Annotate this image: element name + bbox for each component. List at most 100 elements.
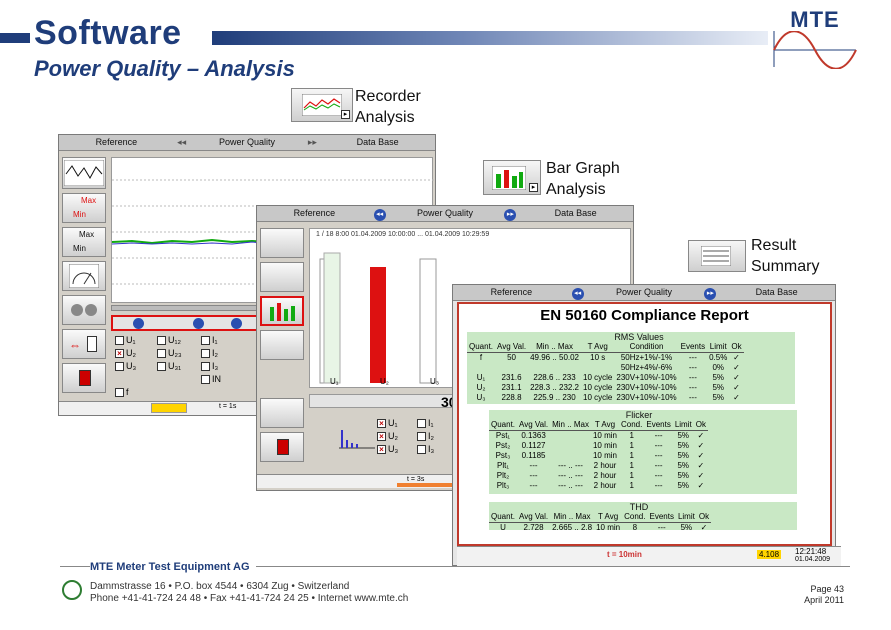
table-row: Pst₂ 0.1127 10 min 1 --- 5% ✓: [489, 441, 708, 451]
signal-u31[interactable]: U₃₁: [157, 361, 181, 372]
signal-i1[interactable]: I₁: [201, 335, 218, 346]
waveform-view-button[interactable]: [62, 157, 106, 189]
bar-graph-analysis-button[interactable]: ▸: [483, 160, 541, 195]
cell: ---: [654, 461, 663, 470]
phasor-view-button[interactable]: [62, 295, 106, 325]
bar-graph-icon: [270, 303, 295, 321]
col-quant: Quant.: [467, 342, 496, 353]
checkbox-icon: [157, 362, 166, 372]
col-quant: Quant.: [489, 512, 518, 523]
nav-zoom-icon[interactable]: [231, 318, 242, 329]
tab-data-base[interactable]: Data Base: [518, 206, 633, 221]
col-limit: Limit: [675, 512, 697, 523]
gauge-icon: [69, 264, 99, 288]
cell: 50Hz+1%/-1%: [620, 353, 673, 362]
signal-u2[interactable]: × U₂: [377, 431, 398, 442]
waveform-icon: [64, 160, 104, 186]
harmonics-button[interactable]: [260, 228, 304, 258]
signal-label: I₂: [428, 431, 434, 441]
signal-u2[interactable]: × U₂: [115, 348, 136, 359]
tab-prev-icon[interactable]: ◂◂: [372, 206, 388, 221]
signal-f[interactable]: f: [115, 387, 129, 398]
signal-i1[interactable]: I₁: [417, 418, 434, 429]
max-min-button[interactable]: Max Min: [62, 193, 106, 223]
summary-table-icon: [701, 246, 731, 266]
cell: 10 min: [592, 431, 617, 440]
signal-u1[interactable]: × U₁: [377, 418, 398, 429]
bar-graph-button[interactable]: [260, 296, 304, 326]
cell: ---: [529, 461, 538, 470]
nav-back-icon[interactable]: [193, 318, 204, 329]
company-seal-icon: [62, 580, 82, 600]
cell: ---: [654, 481, 663, 490]
result-summary-label-line: Result Summary: [751, 237, 820, 275]
exit-button[interactable]: [260, 432, 304, 462]
result-summary-button[interactable]: [688, 240, 746, 272]
cell: 2 hour: [593, 461, 617, 470]
thd-section-title: THD: [629, 502, 649, 512]
recorder-analysis-button[interactable]: ▸: [291, 88, 353, 122]
cell: U: [500, 523, 506, 532]
signal-label: IN: [212, 374, 221, 384]
result-summary-label: Result Summary: [751, 235, 819, 277]
max-label: Max: [81, 196, 97, 205]
tab-next-icon[interactable]: ▸▸: [702, 285, 718, 300]
tab-reference[interactable]: Reference: [257, 206, 372, 221]
cell: 230V+10%/-10%: [616, 393, 677, 402]
tab-power-quality[interactable]: Power Quality: [388, 206, 503, 221]
tab-power-quality[interactable]: Power Quality: [586, 285, 703, 300]
signal-label: I₂: [212, 348, 218, 358]
signal-i3[interactable]: I₃: [417, 444, 434, 455]
signal-i2[interactable]: I₂: [417, 431, 434, 442]
recorder-chart-icon: [302, 94, 342, 116]
tab-data-base[interactable]: Data Base: [320, 135, 435, 150]
bar-graph-alt2-button[interactable]: [260, 398, 304, 428]
table-row: Plt₂ --- --- .. --- 2 hour 1 --- 5% ✓: [489, 471, 708, 481]
tab-next-icon[interactable]: ▸▸: [502, 206, 518, 221]
ok-check-icon: ✓: [697, 481, 705, 490]
nav-prev-icon[interactable]: [133, 318, 144, 329]
cell: f: [479, 353, 483, 362]
signal-i2[interactable]: I₂: [201, 348, 218, 359]
vector-button[interactable]: [260, 262, 304, 292]
checkbox-icon: [201, 375, 210, 385]
max-min-alt-button[interactable]: Max Min: [62, 227, 106, 257]
cell: 50: [507, 353, 516, 362]
cell: 225.9 .. 230: [533, 393, 576, 402]
signal-u1[interactable]: U₁: [115, 335, 136, 346]
tab-prev-icon[interactable]: ◂◂: [570, 285, 586, 300]
tab-reference[interactable]: Reference: [59, 135, 174, 150]
report-status-value: 4.108: [757, 550, 782, 559]
exit-icon: [277, 439, 289, 455]
cell: ---: [654, 431, 663, 440]
signal-u3[interactable]: U₃: [115, 361, 136, 372]
exit-button[interactable]: [62, 363, 106, 393]
cell: 10 cycle: [583, 383, 613, 392]
cell: 230V+10%/-10%: [616, 373, 677, 382]
signal-i3[interactable]: I₃: [201, 361, 218, 372]
gauge-view-button[interactable]: [62, 261, 106, 291]
bar-graph-alt-button[interactable]: [260, 330, 304, 360]
mte-logo: MTE: [772, 7, 858, 69]
tab-next-icon[interactable]: ▸▸: [304, 135, 320, 150]
table-header-row: Quant. Avg Val. Min .. Max T Avg Cond. E…: [489, 420, 708, 431]
connection-button[interactable]: ⇔: [62, 329, 106, 359]
col-ok: Ok: [696, 512, 712, 523]
signal-in[interactable]: IN: [201, 374, 221, 385]
col-minmax: Min .. Max: [528, 342, 582, 353]
tab-reference[interactable]: Reference: [453, 285, 570, 300]
signal-u12[interactable]: U₁₂: [157, 335, 181, 346]
tab-power-quality[interactable]: Power Quality: [190, 135, 305, 150]
ok-check-icon: ✓: [733, 353, 740, 362]
cell: 1: [629, 471, 634, 480]
tab-data-base[interactable]: Data Base: [718, 285, 835, 300]
tab-prev-icon[interactable]: ◂◂: [174, 135, 190, 150]
signal-u3[interactable]: × U₃: [377, 444, 398, 455]
cell: 5%: [677, 481, 690, 490]
cell: ---: [688, 363, 697, 372]
report-status-date: 01.04.2009: [795, 556, 831, 563]
signal-u23[interactable]: U₂₃: [157, 348, 182, 359]
tab-bar: Reference ◂◂ Power Quality ▸▸ Data Base: [453, 285, 835, 301]
cell: Pst₂: [495, 441, 511, 450]
checkbox-icon: [201, 336, 210, 346]
